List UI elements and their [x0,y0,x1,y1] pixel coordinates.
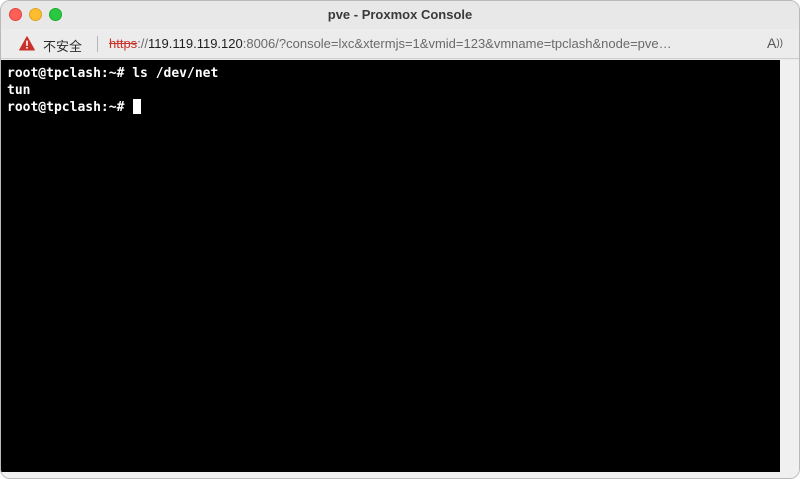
address-divider [97,36,98,52]
terminal-console[interactable]: root@tpclash:~# ls /dev/net tun root@tpc… [1,60,780,472]
url-separator: :// [137,36,149,51]
url-path: :8006/?console=lxc&xtermjs=1&vmid=123&vm… [242,36,672,51]
terminal-scrollbar[interactable] [780,60,799,472]
url-scheme: https [109,36,138,51]
url-host: 119.119.119.120 [148,36,243,51]
title-bar[interactable]: pve - Proxmox Console [1,1,799,29]
page-viewport: root@tpclash:~# ls /dev/net tun root@tpc… [1,60,799,478]
browser-window: pve - Proxmox Console 不安全 https://119.11… [0,0,800,479]
terminal-line: root@tpclash:~# ls /dev/net [7,66,219,81]
window-title: pve - Proxmox Console [327,7,473,22]
terminal-line: tun [7,83,31,98]
terminal-line: root@tpclash:~# [7,99,780,116]
warning-triangle-icon[interactable] [19,36,35,51]
terminal-cursor [133,99,142,114]
reader-mode-icon[interactable]: A)) [767,35,783,51]
terminal-prompt: root@tpclash:~# [7,100,133,115]
url-field[interactable]: https://119.119.119.120:8006/?console=lx… [109,36,749,51]
security-status-label[interactable]: 不安全 [43,36,82,55]
address-bar[interactable]: 不安全 https://119.119.119.120:8006/?consol… [1,29,799,59]
